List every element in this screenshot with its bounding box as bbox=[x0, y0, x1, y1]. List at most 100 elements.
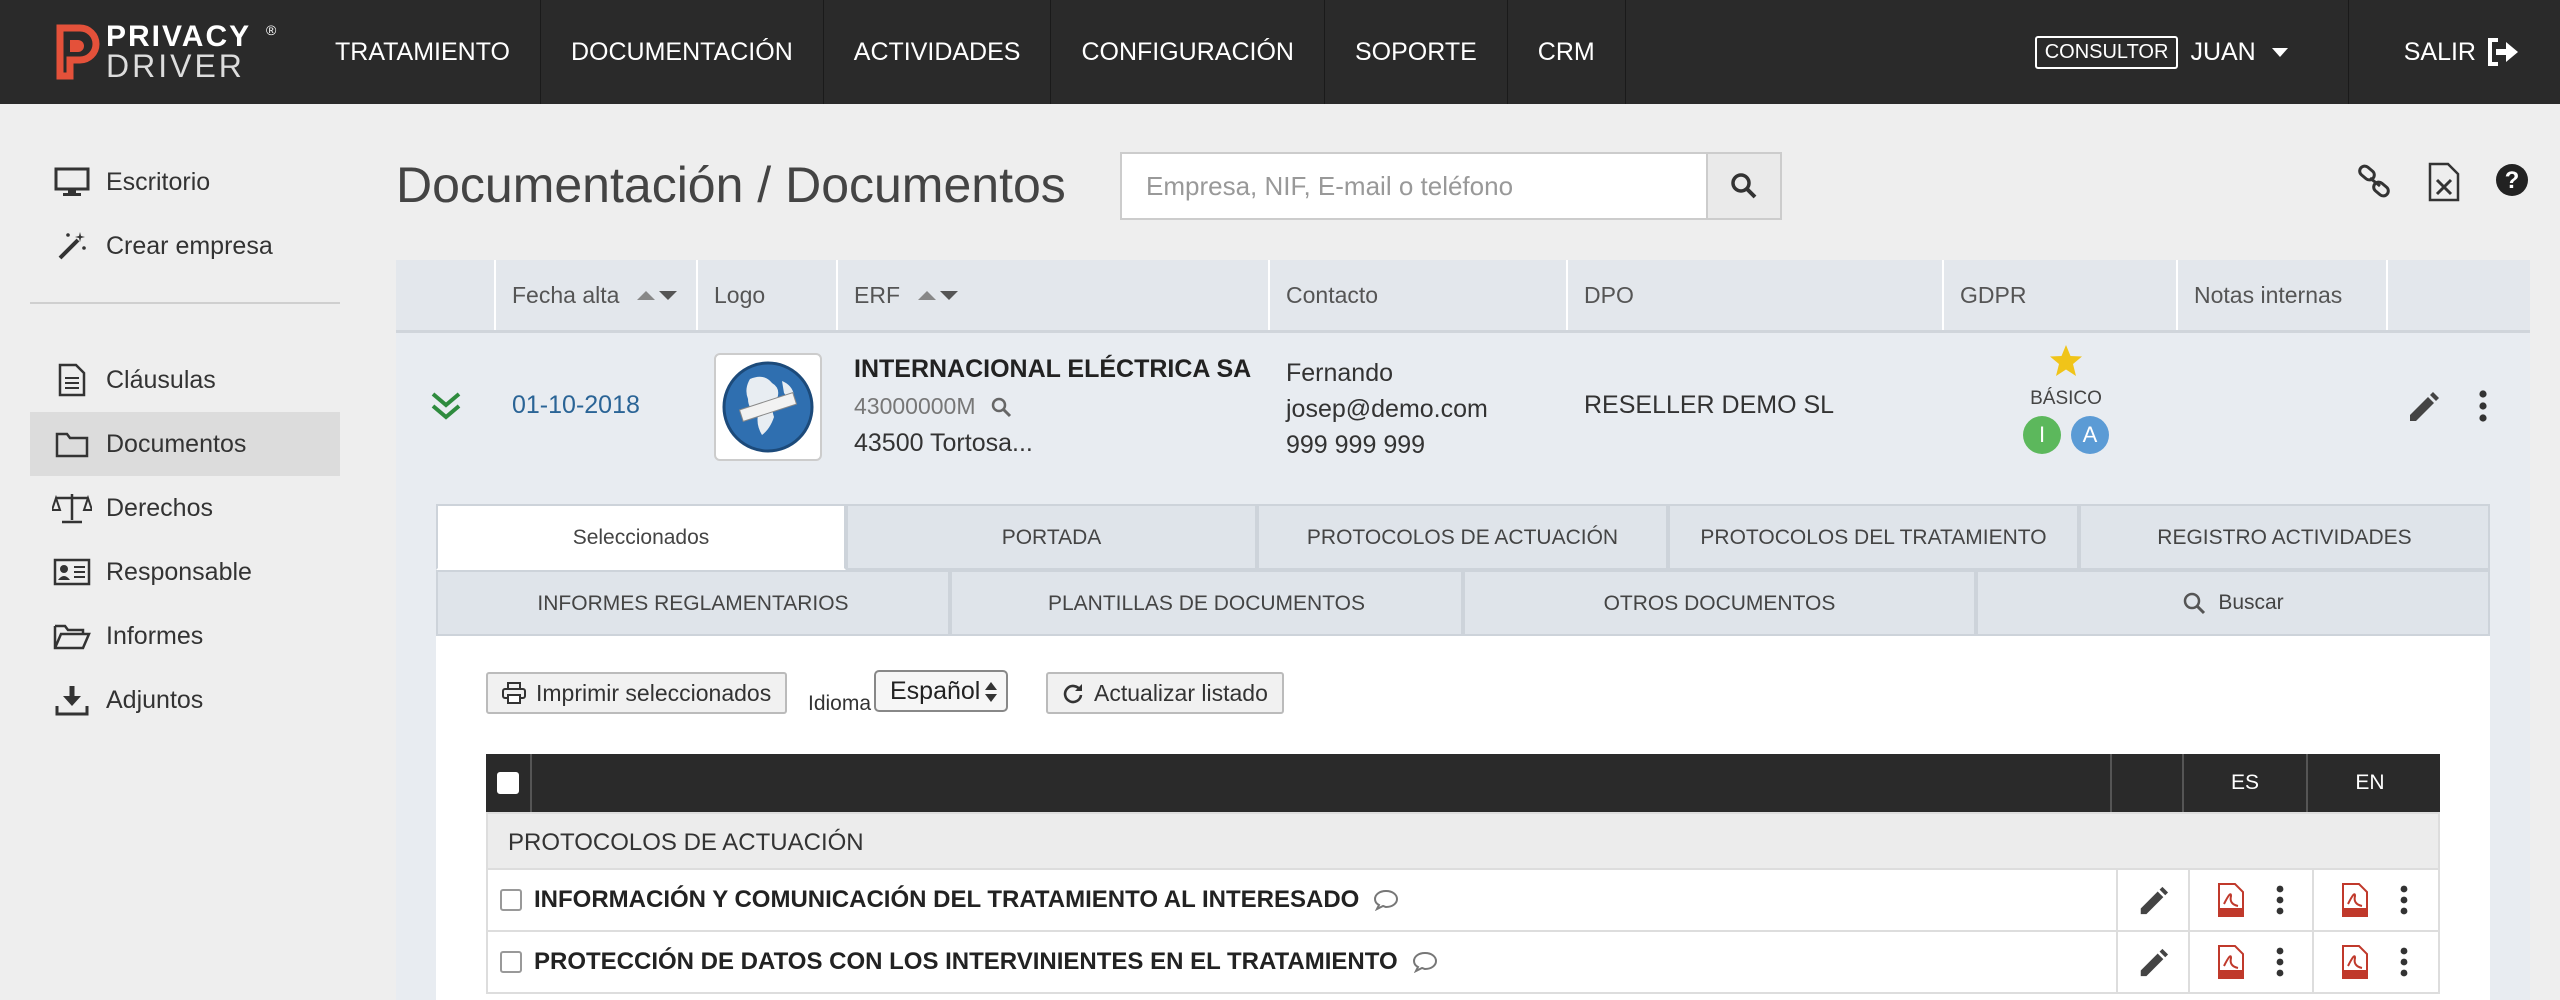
pencil-icon[interactable] bbox=[2406, 389, 2440, 423]
search-button[interactable] bbox=[1706, 152, 1782, 220]
pencil-icon[interactable] bbox=[2137, 946, 2169, 978]
select-all-checkbox[interactable] bbox=[497, 772, 519, 794]
link-icon[interactable] bbox=[2356, 162, 2394, 207]
user-name: JUAN bbox=[2190, 37, 2256, 66]
header-erf[interactable]: ERF bbox=[838, 260, 1270, 330]
search-input[interactable] bbox=[1120, 152, 1707, 220]
nav-crm[interactable]: CRM bbox=[1508, 0, 1626, 104]
badge-a: A bbox=[2071, 416, 2109, 454]
sidebar-item-responsable[interactable]: Responsable bbox=[30, 540, 340, 604]
es-cell bbox=[2188, 931, 2312, 993]
more-vertical-icon[interactable] bbox=[2399, 947, 2409, 977]
pencil-icon[interactable] bbox=[2137, 884, 2169, 916]
chevron-double-down-icon[interactable] bbox=[430, 391, 462, 421]
folder-open-icon bbox=[52, 620, 92, 652]
company-dpo: RESELLER DEMO SL bbox=[1584, 391, 1835, 419]
header-en: EN bbox=[2355, 771, 2385, 794]
pdf-icon[interactable] bbox=[2217, 944, 2245, 980]
more-vertical-icon[interactable] bbox=[2478, 389, 2488, 423]
tab-registro-actividades[interactable]: REGISTRO ACTIVIDADES bbox=[2079, 504, 2490, 570]
header-es: ES bbox=[2184, 754, 2308, 812]
download-icon bbox=[52, 684, 92, 716]
pdf-icon[interactable] bbox=[2217, 882, 2245, 918]
tab-otros-documentos[interactable]: OTROS DOCUMENTOS bbox=[1463, 570, 1976, 636]
company-nif: 43000000M bbox=[854, 393, 976, 419]
header-contacto: Contacto bbox=[1270, 260, 1568, 330]
help-icon[interactable]: ? bbox=[2494, 162, 2530, 207]
company-date-link[interactable]: 01-10-2018 bbox=[512, 391, 640, 420]
sidebar-item-escritorio[interactable]: Escritorio bbox=[30, 150, 340, 214]
nav-configuracion[interactable]: CONFIGURACIÓN bbox=[1051, 0, 1325, 104]
tab-row-2: INFORMES REGLAMENTARIOS PLANTILLAS DE DO… bbox=[436, 570, 2490, 636]
folder-icon bbox=[52, 428, 92, 460]
tab-buscar[interactable]: Buscar bbox=[1976, 570, 2490, 636]
brand-line2: DRIVER bbox=[106, 48, 245, 84]
svg-text:?: ? bbox=[2505, 167, 2520, 194]
company-logo bbox=[714, 353, 822, 461]
header-label: ERF bbox=[854, 282, 900, 308]
nav-tratamiento[interactable]: TRATAMIENTO bbox=[305, 0, 541, 104]
logout-label: SALIR bbox=[2403, 37, 2476, 66]
nav-actividades[interactable]: ACTIVIDADES bbox=[824, 0, 1052, 104]
header-expand bbox=[396, 260, 496, 330]
gdpr-badges: I A bbox=[2006, 416, 2126, 454]
header-logo: Logo bbox=[698, 260, 838, 330]
sort-icon[interactable] bbox=[637, 290, 678, 300]
excel-file-icon[interactable] bbox=[2428, 162, 2460, 207]
document-icon bbox=[52, 363, 92, 397]
user-area: CONSULTOR JUAN SALIR bbox=[2034, 0, 2560, 104]
nav-documentacion[interactable]: DOCUMENTACIÓN bbox=[541, 0, 824, 104]
tab-plantillas-documentos[interactable]: PLANTILLAS DE DOCUMENTOS bbox=[950, 570, 1463, 636]
language-select[interactable]: Español bbox=[874, 670, 1008, 712]
refresh-list-button[interactable]: Actualizar listado bbox=[1046, 672, 1284, 714]
en-cell bbox=[2312, 869, 2436, 931]
comment-icon[interactable] bbox=[1373, 889, 1399, 911]
pdf-icon[interactable] bbox=[2341, 944, 2369, 980]
search-icon[interactable] bbox=[990, 396, 1012, 418]
sidebar-item-label: Documentos bbox=[106, 429, 247, 458]
language-selected: Español bbox=[890, 677, 981, 705]
top-navbar: PRIVACY ® DRIVER TRATAMIENTO DOCUMENTACI… bbox=[0, 0, 2560, 104]
document-title-text: PROTECCIÓN DE DATOS CON LOS INTERVINIENT… bbox=[534, 948, 1398, 975]
nav-soporte[interactable]: SOPORTE bbox=[1325, 0, 1508, 104]
tab-informes-reglamentarios[interactable]: INFORMES REGLAMENTARIOS bbox=[436, 570, 950, 636]
es-cell bbox=[2188, 869, 2312, 931]
more-vertical-icon[interactable] bbox=[2399, 885, 2409, 915]
sidebar-item-adjuntos[interactable]: Adjuntos bbox=[30, 668, 340, 732]
sidebar-item-label: Responsable bbox=[106, 557, 252, 586]
sidebar-item-informes[interactable]: Informes bbox=[30, 604, 340, 668]
more-vertical-icon[interactable] bbox=[2275, 947, 2285, 977]
sidebar-item-crear-empresa[interactable]: Crear empresa bbox=[30, 214, 340, 278]
id-card-icon bbox=[52, 556, 92, 588]
company-city: 43500 Tortosa... bbox=[854, 429, 1033, 457]
print-selected-label: Imprimir seleccionados bbox=[536, 679, 772, 706]
sidebar-divider bbox=[30, 302, 340, 304]
print-selected-button[interactable]: Imprimir seleccionados bbox=[486, 672, 788, 714]
row-checkbox[interactable] bbox=[500, 951, 522, 973]
sidebar-item-clausulas[interactable]: Cláusulas bbox=[30, 348, 340, 412]
document-tabs: Seleccionados PORTADA PROTOCOLOS DE ACTU… bbox=[436, 504, 2490, 636]
tab-portada[interactable]: PORTADA bbox=[846, 504, 1257, 570]
brand-registered-mark: ® bbox=[266, 22, 277, 38]
pdf-icon[interactable] bbox=[2341, 882, 2369, 918]
tab-protocolos-tratamiento[interactable]: PROTOCOLOS DEL TRATAMIENTO bbox=[1668, 504, 2079, 570]
brand-logo[interactable]: PRIVACY ® DRIVER bbox=[56, 22, 276, 82]
row-checkbox-cell bbox=[488, 951, 534, 973]
sidebar-item-label: Escritorio bbox=[106, 167, 211, 196]
tab-content: Imprimir seleccionados Idioma Español Ac… bbox=[436, 636, 2490, 1000]
sort-icon[interactable] bbox=[918, 290, 958, 300]
row-checkbox[interactable] bbox=[500, 889, 522, 911]
tab-seleccionados[interactable]: Seleccionados bbox=[436, 504, 846, 570]
header-dpo: DPO bbox=[1568, 260, 1944, 330]
user-menu[interactable]: JUAN bbox=[2190, 37, 2288, 67]
sidebar-item-derechos[interactable]: Derechos bbox=[30, 476, 340, 540]
tab-protocolos-actuacion[interactable]: PROTOCOLOS DE ACTUACIÓN bbox=[1257, 504, 1668, 570]
sidebar-item-documentos[interactable]: Documentos bbox=[30, 412, 340, 476]
more-vertical-icon[interactable] bbox=[2275, 885, 2285, 915]
comment-icon[interactable] bbox=[1412, 951, 1438, 973]
monitor-icon bbox=[52, 166, 92, 198]
header-fecha-alta[interactable]: Fecha alta bbox=[496, 260, 698, 330]
printer-icon bbox=[502, 682, 526, 704]
logout-button[interactable]: SALIR bbox=[2347, 0, 2560, 104]
header-label: Logo bbox=[714, 282, 766, 308]
